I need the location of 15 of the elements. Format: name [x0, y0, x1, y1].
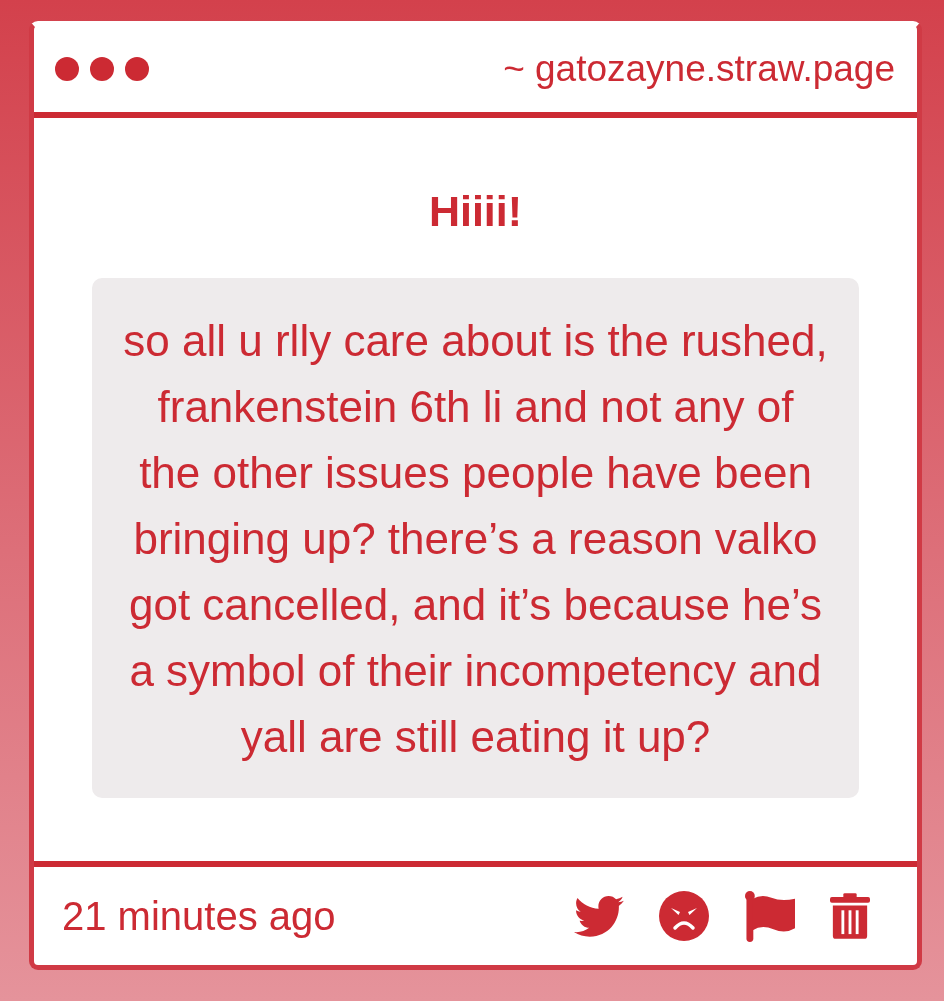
delete-button[interactable] — [830, 893, 870, 939]
window-dot-icon — [55, 57, 79, 81]
flag-icon — [744, 890, 795, 942]
angry-face-icon — [659, 891, 709, 941]
page-address: ~ gatozayne.straw.page — [503, 48, 895, 90]
trash-icon — [830, 893, 870, 939]
window-dot-icon — [90, 57, 114, 81]
timestamp: 21 minutes ago — [62, 893, 336, 939]
react-button[interactable] — [659, 891, 709, 941]
bird-icon — [574, 895, 624, 937]
share-button[interactable] — [574, 895, 624, 937]
report-button[interactable] — [744, 890, 795, 942]
post-title: Hiiii! — [428, 186, 523, 236]
message-text: so all u rlly care about is the rushed, frankenstein 6th li and not any of the other issues people have been bringing up? there’s a reason valko got cancelled, and it’s because he’s a symbol of their incompetency and yall are still eating it up? — [122, 315, 829, 763]
window-dot-icon — [125, 57, 149, 81]
